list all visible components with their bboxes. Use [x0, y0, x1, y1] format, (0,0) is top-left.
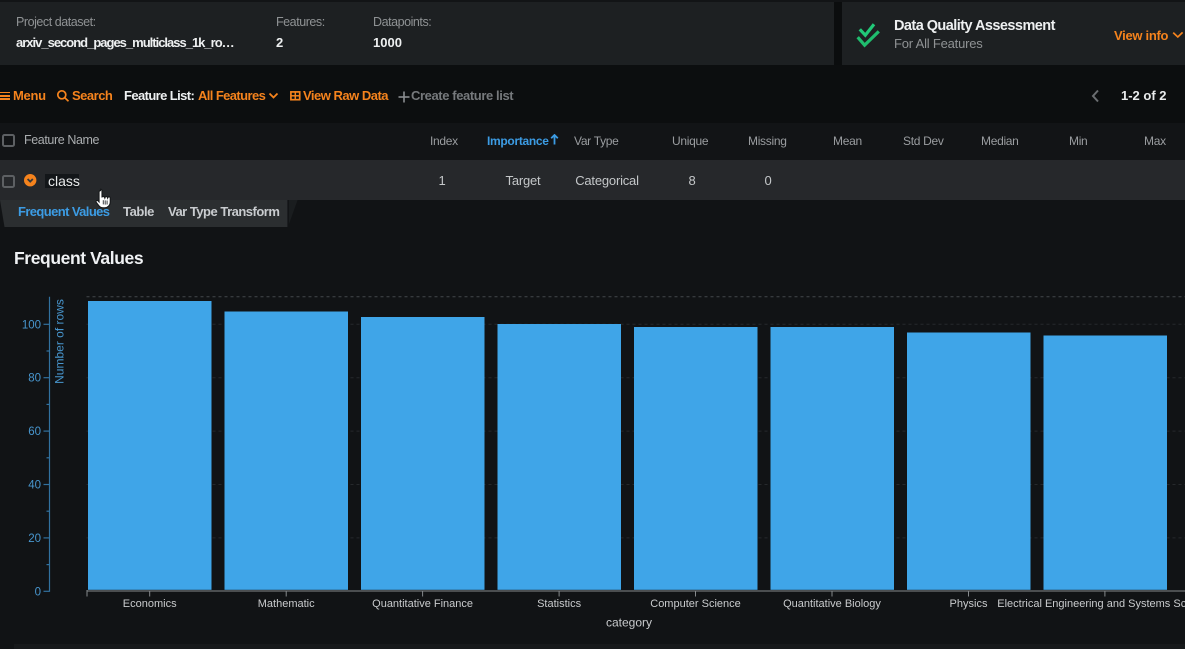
svg-text:Number of rows: Number of rows	[53, 299, 67, 384]
svg-text:category: category	[606, 616, 652, 630]
svg-text:Quantitative Finance: Quantitative Finance	[372, 598, 473, 610]
svg-text:40: 40	[28, 480, 41, 492]
svg-text:60: 60	[28, 426, 41, 438]
svg-text:Mathematic: Mathematic	[258, 598, 315, 610]
svg-text:0: 0	[35, 586, 41, 598]
svg-text:Physics: Physics	[950, 598, 988, 610]
svg-text:Computer Science: Computer Science	[650, 598, 741, 610]
svg-text:80: 80	[28, 373, 41, 385]
svg-text:100: 100	[22, 319, 41, 331]
svg-text:20: 20	[28, 533, 41, 545]
svg-text:Economics: Economics	[123, 598, 177, 610]
svg-text:Quantitative Biology: Quantitative Biology	[783, 598, 881, 610]
svg-text:Electrical Engineering and Sys: Electrical Engineering and Systems Scien…	[997, 598, 1185, 610]
svg-text:Statistics: Statistics	[537, 598, 582, 610]
